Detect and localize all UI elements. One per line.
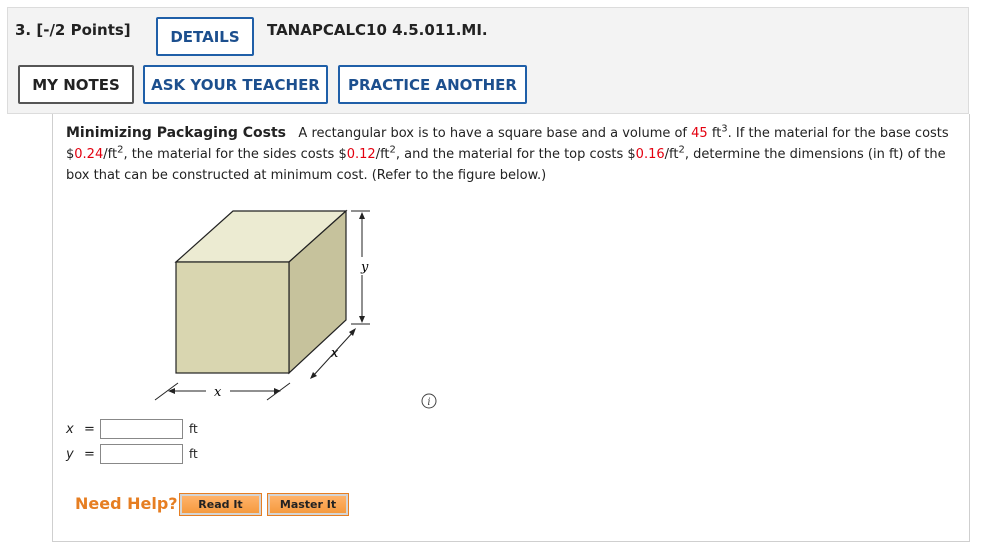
problem-text-part: A rectangular box is to have a square ba… <box>298 126 688 141</box>
arrowhead <box>359 212 365 219</box>
equals-sign: = <box>84 422 95 437</box>
box-front-face <box>175 261 290 374</box>
practice-another-button[interactable]: PRACTICE ANOTHER <box>338 65 527 104</box>
problem-text-part: /ft <box>375 147 390 162</box>
spacer <box>305 371 325 383</box>
problem-text-part: ft <box>711 126 722 141</box>
top-cost-value: 0.16 <box>635 147 665 162</box>
y-label: y <box>360 260 369 275</box>
need-help-label: Need Help? <box>75 494 178 513</box>
x-answer-input[interactable] <box>100 419 183 439</box>
y-unit: ft <box>189 447 198 461</box>
box-figure: y x x <box>154 209 370 401</box>
arrowhead <box>168 388 175 394</box>
ask-teacher-button[interactable]: ASK YOUR TEACHER <box>143 65 328 104</box>
read-it-button[interactable]: Read It <box>179 493 262 516</box>
arrowhead <box>274 388 281 394</box>
problem-text-part: , the material for the sides costs $ <box>123 147 347 162</box>
x-bottom-label: x <box>214 385 222 400</box>
master-it-button[interactable]: Master It <box>267 493 349 516</box>
problem-title: Minimizing Packaging Costs <box>66 125 287 141</box>
problem-text: Minimizing Packaging Costs A rectangular… <box>66 123 951 186</box>
y-answer-input[interactable] <box>100 444 183 464</box>
my-notes-button[interactable]: MY NOTES <box>18 65 134 104</box>
arrowhead <box>359 316 365 323</box>
question-points: 3. [-/2 Points] <box>15 21 131 39</box>
question-code: TANAPCALC10 4.5.011.MI. <box>267 21 488 39</box>
x-side-label: x <box>331 346 339 361</box>
equals-sign: = <box>84 447 95 462</box>
side-cost-value: 0.12 <box>346 147 376 162</box>
x-unit: ft <box>189 422 198 436</box>
svg-text:i: i <box>427 397 430 408</box>
problem-text-part: /ft <box>664 147 679 162</box>
details-button[interactable]: DETAILS <box>156 17 254 56</box>
base-cost-value: 0.24 <box>74 147 104 162</box>
problem-text-part: /ft <box>103 147 118 162</box>
info-icon[interactable]: i <box>421 393 437 409</box>
problem-text-part: , and the material for the top costs $ <box>395 147 636 162</box>
volume-value: 45 <box>691 126 708 141</box>
